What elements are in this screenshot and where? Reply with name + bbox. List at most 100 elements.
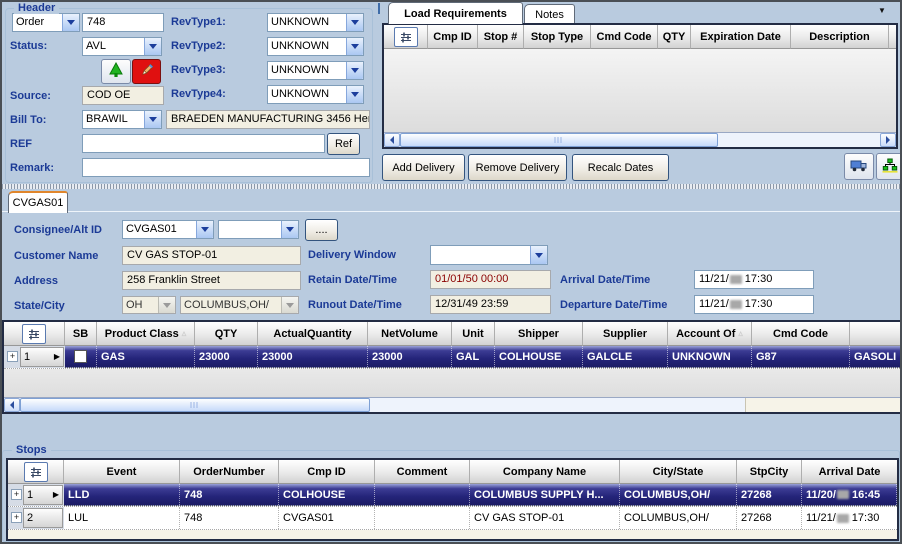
arrival-date-cell[interactable]: 11/20/16:45 (802, 484, 897, 505)
actual-quantity-cell[interactable]: 23000 (258, 346, 368, 367)
column-header[interactable]: StpCity (737, 460, 802, 484)
edit-order-button[interactable] (132, 59, 161, 84)
add-delivery-button[interactable]: Add Delivery (382, 154, 465, 181)
revtype3-combo[interactable]: UNKNOWN (267, 61, 364, 80)
row-number-cell[interactable]: 2 (23, 508, 63, 528)
comment-cell[interactable] (375, 507, 470, 529)
column-header[interactable]: Stop # (478, 25, 524, 49)
cmp-id-cell[interactable]: CVGAS01 (279, 507, 375, 529)
ref-button[interactable]: Ref (327, 133, 360, 155)
chevron-down-icon[interactable] (281, 221, 298, 238)
org-chart-button[interactable] (876, 153, 902, 180)
chevron-down-icon[interactable] (144, 38, 161, 55)
ref-input[interactable] (82, 134, 325, 153)
column-header[interactable]: Cmp ID (428, 25, 478, 49)
column-header[interactable]: Cmp ID (279, 460, 375, 484)
load-requirements-hscrollbar[interactable] (384, 132, 896, 147)
column-header[interactable]: Event (64, 460, 180, 484)
column-header[interactable]: SB (65, 322, 97, 346)
chevron-down-icon[interactable] (346, 14, 363, 31)
cmd-code-cell[interactable]: G87 (752, 346, 850, 367)
column-header[interactable]: QTY (658, 25, 691, 49)
tab-load-requirements[interactable]: Load Requirements (388, 2, 523, 24)
row-number-cell[interactable]: 1 ▶ (20, 347, 64, 367)
company-name-cell[interactable]: COLUMBUS SUPPLY H... (470, 484, 620, 505)
order-type-combo[interactable]: Order (12, 13, 80, 32)
scrollbar-track[interactable] (718, 133, 880, 147)
scrollbar-thumb[interactable] (20, 398, 370, 412)
chevron-down-icon[interactable] (144, 111, 161, 128)
horizontal-splitter[interactable] (2, 184, 900, 189)
chevron-down-icon[interactable] (346, 62, 363, 79)
chevron-down-icon[interactable] (62, 14, 79, 31)
description-cell[interactable]: GASOLI (850, 346, 902, 367)
products-hscrollbar[interactable] (4, 397, 902, 412)
remark-input[interactable] (82, 158, 370, 177)
comment-cell[interactable] (375, 484, 470, 505)
arrival-input[interactable]: 11/21/17:30 (694, 270, 814, 289)
vertical-splitter-grip[interactable] (378, 3, 380, 14)
expand-row-icon[interactable]: + (11, 489, 22, 500)
tab-notes[interactable]: Notes (524, 4, 575, 24)
selected-stop-row[interactable]: LLD 748 COLHOUSE COLUMBUS SUPPLY H... CO… (64, 484, 897, 506)
departure-input[interactable]: 11/21/17:30 (694, 295, 814, 314)
field-chooser-icon[interactable] (24, 462, 48, 482)
scroll-right-icon[interactable] (880, 133, 896, 147)
product-row[interactable]: + 1 ▶ GAS 23000 23000 23000 GAL COLHOUSE… (4, 346, 902, 369)
chevron-down-icon[interactable] (346, 86, 363, 103)
supplier-cell[interactable]: GALCLE (583, 346, 668, 367)
revtype4-combo[interactable]: UNKNOWN (267, 85, 364, 104)
company-name-cell[interactable]: CV GAS STOP-01 (470, 507, 620, 529)
stp-city-cell[interactable]: 27268 (737, 484, 802, 505)
column-header[interactable]: QTY (195, 322, 258, 346)
remove-delivery-button[interactable]: Remove Delivery (468, 154, 567, 181)
field-chooser-icon[interactable] (22, 324, 46, 344)
scroll-left-icon[interactable] (4, 398, 20, 412)
city-state-cell[interactable]: COLUMBUS,OH/ (620, 484, 737, 505)
column-header[interactable]: Expiration Date (691, 25, 791, 49)
column-header[interactable]: Stop Type (524, 25, 591, 49)
scrollbar-thumb[interactable] (400, 133, 718, 147)
chevron-down-icon[interactable] (346, 38, 363, 55)
alt-id-combo[interactable] (218, 220, 299, 239)
unit-cell[interactable]: GAL (452, 346, 495, 367)
selected-product-row[interactable]: GAS 23000 23000 23000 GAL COLHOUSE GALCL… (65, 346, 902, 368)
row-header[interactable]: + 1 ▶ (8, 484, 64, 506)
sb-cell[interactable] (65, 346, 97, 367)
column-header[interactable]: Cmd Code (752, 322, 850, 346)
consignee-lookup-button[interactable]: .... (305, 219, 338, 241)
column-header[interactable]: NetVolume (368, 322, 452, 346)
expand-row-icon[interactable]: + (7, 351, 18, 362)
row-header[interactable]: + 1 ▶ (4, 346, 65, 368)
column-header[interactable]: Shipper (495, 322, 583, 346)
column-header[interactable]: City/State (620, 460, 737, 484)
truck-view-button[interactable] (844, 153, 874, 180)
checkbox[interactable] (74, 350, 87, 363)
scroll-left-icon[interactable] (384, 133, 400, 147)
column-header[interactable]: Company Name (470, 460, 620, 484)
column-header[interactable]: Cmd Code (591, 25, 658, 49)
row-header[interactable]: + 2 (8, 507, 64, 529)
column-header[interactable]: Comment (375, 460, 470, 484)
column-header[interactable]: Description (791, 25, 889, 49)
column-header[interactable]: Arrival Date (802, 460, 897, 484)
cmp-id-cell[interactable]: COLHOUSE (279, 484, 375, 505)
arrival-date-cell[interactable]: 11/21/17:30 (802, 507, 897, 529)
event-cell[interactable]: LLD (64, 484, 180, 505)
column-header[interactable]: Account Of▵ (668, 322, 752, 346)
city-state-cell[interactable]: COLUMBUS,OH/ (620, 507, 737, 529)
delivery-window-combo[interactable] (430, 245, 548, 265)
column-header[interactable]: OrderNumber (180, 460, 279, 484)
account-of-cell[interactable]: UNKNOWN (668, 346, 752, 367)
order-number-cell[interactable]: 748 (180, 507, 279, 529)
shipper-cell[interactable]: COLHOUSE (495, 346, 583, 367)
chevron-down-icon[interactable] (196, 221, 213, 238)
status-combo[interactable]: AVL (82, 37, 162, 56)
chevron-down-icon[interactable] (530, 246, 547, 264)
column-header[interactable]: Unit (452, 322, 495, 346)
event-cell[interactable]: LUL (64, 507, 180, 529)
column-header[interactable]: ActualQuantity (258, 322, 368, 346)
stop-row-cells[interactable]: LUL 748 CVGAS01 CV GAS STOP-01 COLUMBUS,… (64, 507, 897, 529)
revtype2-combo[interactable]: UNKNOWN (267, 37, 364, 56)
revtype1-combo[interactable]: UNKNOWN (267, 13, 364, 32)
